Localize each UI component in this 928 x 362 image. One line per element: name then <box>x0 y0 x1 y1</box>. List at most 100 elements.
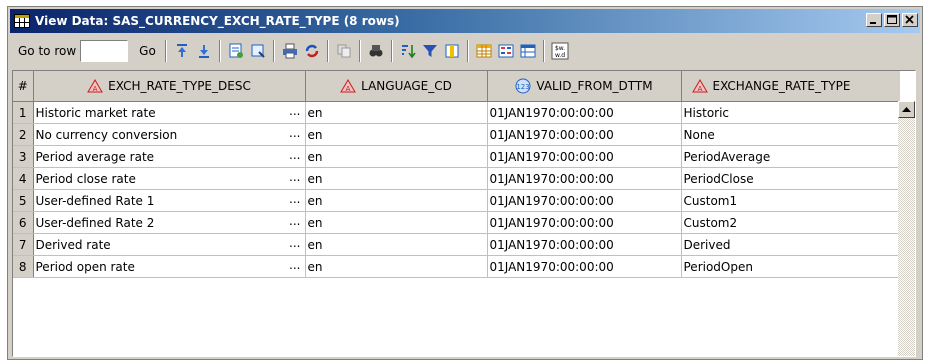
title-bar[interactable]: View Data: SAS_CURRENCY_EXCH_RATE_TYPE (… <box>10 9 920 33</box>
form-view-icon[interactable] <box>496 41 516 61</box>
minimize-button[interactable] <box>866 13 882 27</box>
cell-text: Period average rate <box>35 149 155 164</box>
filter-icon[interactable] <box>420 41 440 61</box>
column-header-valid-from-dttm[interactable]: 123 VALID_FROM_DTTM <box>487 71 682 102</box>
cell-valid-from-dttm[interactable]: 01JAN1970:00:00:00 <box>487 123 682 146</box>
close-button[interactable] <box>902 13 918 27</box>
table-row[interactable]: 8 Period open rate... en 01JAN1970:00:00… <box>13 255 901 278</box>
column-header-exch-rate-type-desc[interactable]: A EXCH_RATE_TYPE_DESC <box>33 71 306 102</box>
character-type-icon: A <box>691 79 708 93</box>
cell-language-cd[interactable]: en <box>305 167 488 190</box>
close-icon <box>905 15 914 24</box>
ellipsis-button[interactable]: ... <box>289 192 300 206</box>
ellipsis-button[interactable]: ... <box>289 148 300 162</box>
query-icon[interactable] <box>248 41 268 61</box>
cell-exchange-rate-type[interactable]: None <box>681 123 901 146</box>
cell-exch-rate-type-desc[interactable]: User-defined Rate 2... <box>33 211 306 234</box>
cell-exch-rate-type-desc[interactable]: User-defined Rate 1... <box>33 189 306 212</box>
refresh-icon[interactable] <box>302 41 322 61</box>
cell-exchange-rate-type[interactable]: Derived <box>681 233 901 256</box>
print-icon[interactable] <box>280 41 300 61</box>
header-row: # A EXCH_RATE_TYPE_DESC A LANGUAGE_CD 12… <box>13 71 900 102</box>
cell-exchange-rate-type[interactable]: Custom1 <box>681 189 901 212</box>
column-header-label: VALID_FROM_DTTM <box>536 79 653 93</box>
cell-exchange-rate-type[interactable]: PeriodClose <box>681 167 901 190</box>
cell-valid-from-dttm[interactable]: 01JAN1970:00:00:00 <box>487 233 682 256</box>
maximize-button[interactable] <box>884 13 900 27</box>
table-row[interactable]: 6 User-defined Rate 2... en 01JAN1970:00… <box>13 211 901 234</box>
table-row[interactable]: 3 Period average rate... en 01JAN1970:00… <box>13 145 901 168</box>
minimize-icon <box>870 22 876 24</box>
vertical-scrollbar[interactable] <box>898 101 915 356</box>
column-header-rownum[interactable]: # <box>13 71 34 102</box>
data-table: # A EXCH_RATE_TYPE_DESC A LANGUAGE_CD 12… <box>13 71 901 278</box>
properties-icon[interactable] <box>226 41 246 61</box>
data-grid[interactable]: # A EXCH_RATE_TYPE_DESC A LANGUAGE_CD 12… <box>12 70 916 357</box>
sort-icon[interactable] <box>398 41 418 61</box>
row-number[interactable]: 7 <box>13 233 34 256</box>
table-view-icon[interactable] <box>474 41 494 61</box>
cell-language-cd[interactable]: en <box>305 255 488 278</box>
scroll-up-button[interactable] <box>898 101 915 118</box>
columns-icon[interactable] <box>442 41 462 61</box>
cell-valid-from-dttm[interactable]: 01JAN1970:00:00:00 <box>487 189 682 212</box>
cell-exchange-rate-type[interactable]: PeriodAverage <box>681 145 901 168</box>
cell-exch-rate-type-desc[interactable]: Period open rate... <box>33 255 306 278</box>
ellipsis-button[interactable]: ... <box>289 258 300 272</box>
cell-exch-rate-type-desc[interactable]: Period average rate... <box>33 145 306 168</box>
toolbar-separator <box>164 40 167 62</box>
cell-valid-from-dttm[interactable]: 01JAN1970:00:00:00 <box>487 211 682 234</box>
cell-language-cd[interactable]: en <box>305 189 488 212</box>
row-number[interactable]: 5 <box>13 189 34 212</box>
move-to-top-icon[interactable] <box>172 41 192 61</box>
ellipsis-button[interactable]: ... <box>289 126 300 140</box>
cell-exch-rate-type-desc[interactable]: Historic market rate... <box>33 101 306 124</box>
cell-exch-rate-type-desc[interactable]: Period close rate... <box>33 167 306 190</box>
cell-language-cd[interactable]: en <box>305 211 488 234</box>
column-header-label: LANGUAGE_CD <box>361 79 452 93</box>
row-number[interactable]: 2 <box>13 123 34 146</box>
cell-valid-from-dttm[interactable]: 01JAN1970:00:00:00 <box>487 101 682 124</box>
cell-valid-from-dttm[interactable]: 01JAN1970:00:00:00 <box>487 255 682 278</box>
cell-text: User-defined Rate 1 <box>35 193 155 208</box>
table-row[interactable]: 1 Historic market rate... en 01JAN1970:0… <box>13 101 901 124</box>
format-icon[interactable]: $w. w.d <box>550 41 570 61</box>
cell-valid-from-dttm[interactable]: 01JAN1970:00:00:00 <box>487 167 682 190</box>
cell-language-cd[interactable]: en <box>305 233 488 256</box>
maximize-icon <box>887 15 897 24</box>
table-row[interactable]: 4 Period close rate... en 01JAN1970:00:0… <box>13 167 901 190</box>
move-to-bottom-icon[interactable] <box>194 41 214 61</box>
column-header-exchange-rate-type[interactable]: A EXCHANGE_RATE_TYPE <box>681 71 900 102</box>
table-row[interactable]: 5 User-defined Rate 1... en 01JAN1970:00… <box>13 189 901 212</box>
table-row[interactable]: 2 No currency conversion... en 01JAN1970… <box>13 123 901 146</box>
cell-valid-from-dttm[interactable]: 01JAN1970:00:00:00 <box>487 145 682 168</box>
cell-exchange-rate-type[interactable]: PeriodOpen <box>681 255 901 278</box>
ellipsis-button[interactable]: ... <box>289 236 300 250</box>
cell-language-cd[interactable]: en <box>305 101 488 124</box>
cell-exch-rate-type-desc[interactable]: No currency conversion... <box>33 123 306 146</box>
table-row[interactable]: 7 Derived rate... en 01JAN1970:00:00:00 … <box>13 233 901 256</box>
svg-text:A: A <box>346 85 351 93</box>
ellipsis-button[interactable]: ... <box>289 104 300 118</box>
row-number[interactable]: 4 <box>13 167 34 190</box>
find-icon[interactable] <box>366 41 386 61</box>
row-number[interactable]: 1 <box>13 101 34 124</box>
cell-language-cd[interactable]: en <box>305 123 488 146</box>
layout-icon[interactable] <box>518 41 538 61</box>
column-header-label: # <box>17 79 28 93</box>
cell-exch-rate-type-desc[interactable]: Derived rate... <box>33 233 306 256</box>
go-button[interactable]: Go <box>134 39 161 63</box>
toolbar-separator <box>542 40 545 62</box>
row-number[interactable]: 3 <box>13 145 34 168</box>
cell-exchange-rate-type[interactable]: Custom2 <box>681 211 901 234</box>
ellipsis-button[interactable]: ... <box>289 214 300 228</box>
cell-exchange-rate-type[interactable]: Historic <box>681 101 901 124</box>
go-to-row-input[interactable] <box>80 40 129 62</box>
ellipsis-button[interactable]: ... <box>289 170 300 184</box>
cell-language-cd[interactable]: en <box>305 145 488 168</box>
column-header-language-cd[interactable]: A LANGUAGE_CD <box>305 71 488 102</box>
copy-icon[interactable] <box>334 41 354 61</box>
row-number[interactable]: 8 <box>13 255 34 278</box>
cell-text: Derived rate <box>35 237 111 252</box>
row-number[interactable]: 6 <box>13 211 34 234</box>
